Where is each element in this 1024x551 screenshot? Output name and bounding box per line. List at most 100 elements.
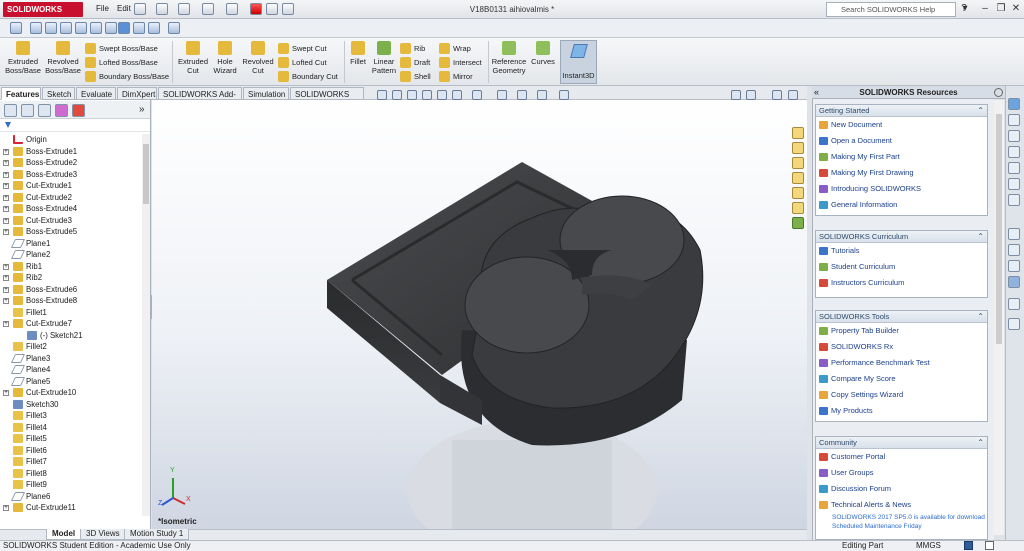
resource-link[interactable]: General Information xyxy=(816,197,987,213)
sketch-icon[interactable] xyxy=(1008,260,1020,272)
tab-dimxpert[interactable]: DimXpert xyxy=(117,87,157,100)
expand-icon[interactable]: + xyxy=(3,321,9,327)
link-icon[interactable] xyxy=(168,22,180,34)
fillet-button[interactable]: Fillet xyxy=(347,41,369,66)
collapse-icon[interactable]: ⌃ xyxy=(977,231,984,243)
mirror-button[interactable]: Mirror xyxy=(439,70,485,83)
zoom-to-fit-icon[interactable] xyxy=(377,90,387,100)
expand-icon[interactable]: + xyxy=(3,148,9,155)
tree-node[interactable]: Plane5 xyxy=(0,376,142,388)
tree-node[interactable]: + Cut-Extrude10 xyxy=(0,387,142,399)
revolved-cut-button[interactable]: Revolved Cut xyxy=(241,41,275,75)
expand-icon[interactable]: + xyxy=(3,390,9,396)
dimxpert-icon[interactable] xyxy=(55,104,68,117)
home-icon[interactable] xyxy=(792,127,804,139)
design-library-icon[interactable] xyxy=(1008,114,1020,126)
tree-node[interactable]: Plane2 xyxy=(0,249,142,261)
edit-appearance-icon[interactable] xyxy=(517,90,527,100)
viewport-close-icon[interactable] xyxy=(788,90,798,100)
tree-node[interactable]: + Boss-Extrude8 xyxy=(0,295,142,307)
scroll-thumb[interactable] xyxy=(996,114,1002,344)
expand-icon[interactable]: + xyxy=(3,275,9,281)
tab-scroll-arrows[interactable] xyxy=(2,530,44,539)
view-orientation-icon[interactable] xyxy=(452,90,462,100)
property-manager-icon[interactable] xyxy=(21,104,34,117)
resources-icon[interactable] xyxy=(1008,98,1020,110)
tab-model[interactable]: Model xyxy=(46,529,82,540)
tree-node[interactable]: + Boss-Extrude6 xyxy=(0,284,142,296)
expand-icon[interactable]: + xyxy=(3,286,9,293)
sketch-icon[interactable] xyxy=(1008,298,1020,310)
view-icon[interactable] xyxy=(75,22,87,34)
intersect-button[interactable]: Intersect xyxy=(439,56,485,69)
expand-icon[interactable]: + xyxy=(3,171,9,178)
swept-cut-button[interactable]: Swept Cut xyxy=(278,42,342,55)
swept-boss-button[interactable]: Swept Boss/Base xyxy=(85,42,170,55)
expand-icon[interactable]: + xyxy=(3,505,9,511)
tree-node[interactable]: Fillet5 xyxy=(0,433,142,445)
sketch-icon[interactable] xyxy=(1008,244,1020,256)
tree-node[interactable]: Plane3 xyxy=(0,353,142,365)
shell-button[interactable]: Shell xyxy=(400,70,436,83)
boundary-boss-button[interactable]: Boundary Boss/Base xyxy=(85,70,170,83)
chevron-right-icon[interactable]: » xyxy=(139,104,145,115)
design-library-icon[interactable] xyxy=(792,142,804,154)
hide-show-icon[interactable] xyxy=(497,90,507,100)
model-view[interactable] xyxy=(152,100,807,529)
tree-node[interactable]: Fillet3 xyxy=(0,410,142,422)
view-palette-icon[interactable] xyxy=(792,172,804,184)
resource-link[interactable]: My Products xyxy=(816,403,987,419)
lofted-boss-button[interactable]: Lofted Boss/Base xyxy=(85,56,170,69)
resource-link[interactable]: Compare My Score xyxy=(816,371,987,387)
section-header[interactable]: Community ⌃ xyxy=(816,437,987,449)
tree-scrollbar[interactable] xyxy=(142,134,150,516)
tree-node[interactable]: + Cut-Extrude7 xyxy=(0,318,142,330)
tree-node[interactable]: Sketch30 xyxy=(0,399,142,411)
resource-link[interactable]: SOLIDWORKS Rx xyxy=(816,339,987,355)
configuration-icon[interactable] xyxy=(38,104,51,117)
collapse-pane-icon[interactable]: « xyxy=(814,87,819,97)
tree-node[interactable]: + Cut-Extrude3 xyxy=(0,215,142,227)
section-header[interactable]: Getting Started ⌃ xyxy=(816,105,987,117)
display-manager-icon[interactable] xyxy=(72,104,85,117)
extruded-boss-button[interactable]: Extruded Boss/Base xyxy=(4,41,42,75)
hole-wizard-button[interactable]: Hole Wizard xyxy=(210,41,240,75)
tree-node[interactable]: + Boss-Extrude3 xyxy=(0,169,142,181)
previous-view-icon[interactable] xyxy=(407,90,417,100)
section-view-icon[interactable] xyxy=(422,90,432,100)
tree-node[interactable]: Fillet8 xyxy=(0,468,142,480)
tree-node[interactable]: + Boss-Extrude2 xyxy=(0,157,142,169)
resource-link[interactable]: Making My First Drawing xyxy=(816,165,987,181)
linear-pattern-button[interactable]: Linear Pattern xyxy=(370,41,398,75)
tab-addins[interactable]: SOLIDWORKS Add-Ins xyxy=(158,87,242,112)
tree-node[interactable]: + Rib1 xyxy=(0,261,142,273)
expand-icon[interactable]: + xyxy=(3,160,9,166)
view-icon[interactable] xyxy=(45,22,57,34)
collapse-icon[interactable]: ⌃ xyxy=(977,105,984,117)
extruded-cut-button[interactable]: Extruded Cut xyxy=(176,41,210,75)
restore-button[interactable]: ❐ xyxy=(994,3,1008,15)
custom-properties-icon[interactable] xyxy=(792,202,804,214)
tree-node[interactable]: Fillet7 xyxy=(0,456,142,468)
view-icon[interactable] xyxy=(60,22,72,34)
section-header[interactable]: SOLIDWORKS Tools ⌃ xyxy=(816,311,987,323)
apply-scene-icon[interactable] xyxy=(537,90,547,100)
view-palette-icon[interactable] xyxy=(1008,146,1020,158)
collapse-icon[interactable]: ⌃ xyxy=(977,437,984,449)
expand-icon[interactable]: + xyxy=(3,263,9,270)
scroll-thumb[interactable] xyxy=(143,144,149,204)
viewport-minimize-icon[interactable] xyxy=(772,90,782,100)
expand-icon[interactable]: + xyxy=(3,229,9,235)
lofted-cut-button[interactable]: Lofted Cut xyxy=(278,56,342,69)
resource-link[interactable]: Open a Document xyxy=(816,133,987,149)
tree-node[interactable]: Plane4 xyxy=(0,364,142,376)
resource-link[interactable]: Property Tab Builder xyxy=(816,323,987,339)
curves-button[interactable]: Curves xyxy=(530,41,556,66)
tree-node[interactable]: + Boss-Extrude4 xyxy=(0,203,142,215)
dynamic-annotation-icon[interactable] xyxy=(437,90,447,100)
resource-link[interactable]: Customer Portal xyxy=(816,449,987,465)
news-item[interactable]: SOLIDWORKS 2017 SP5.0 is available for d… xyxy=(816,513,987,522)
close-button[interactable]: ✕ xyxy=(1009,3,1023,15)
tab-3d-views[interactable]: 3D Views xyxy=(80,529,126,540)
tree-node[interactable]: + Cut-Extrude11 xyxy=(0,502,142,514)
